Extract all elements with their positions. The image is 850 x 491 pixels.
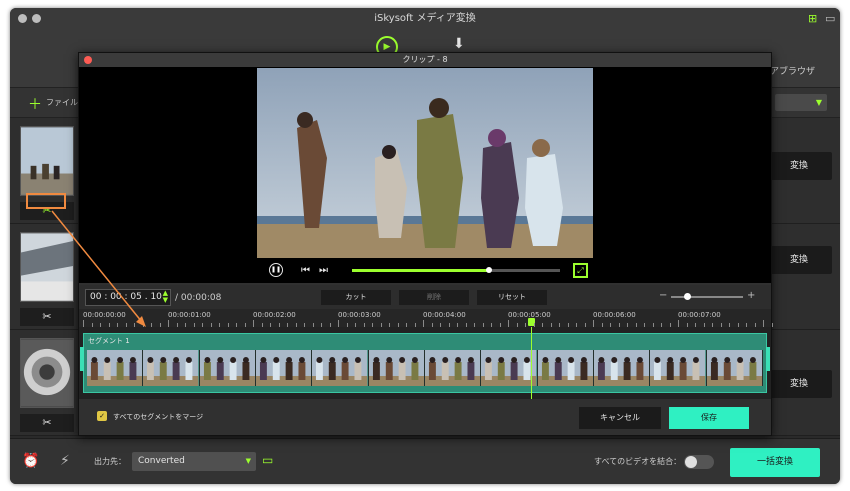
annotation-arrow [51,210,146,327]
